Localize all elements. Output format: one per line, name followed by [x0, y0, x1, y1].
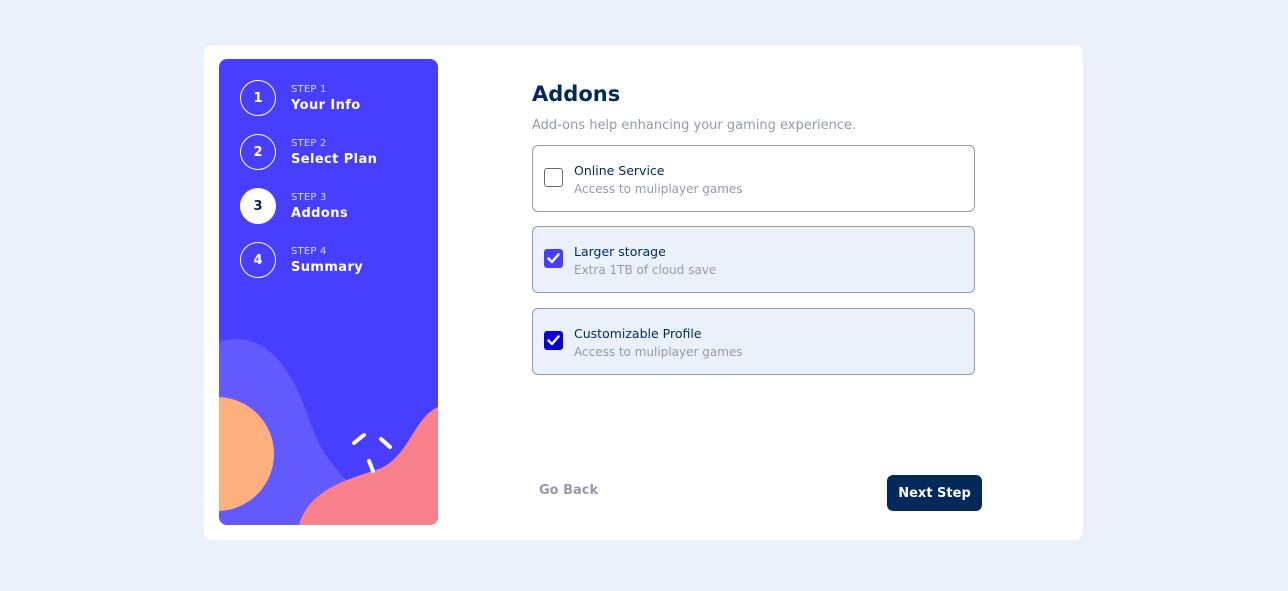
- step-title: Your Info: [291, 97, 361, 113]
- step-number: 3: [240, 188, 276, 224]
- addon-name: Customizable Profile: [574, 326, 702, 341]
- addon-customizable-profile[interactable]: Customizable Profile Access to muliplaye…: [532, 308, 975, 375]
- checkbox-checked[interactable]: [544, 331, 563, 350]
- page-title: Addons: [532, 82, 621, 106]
- addon-larger-storage[interactable]: Larger storage Extra 1TB of cloud save: [532, 226, 975, 293]
- addon-description: Extra 1TB of cloud save: [574, 263, 717, 277]
- step-title: Addons: [291, 205, 348, 221]
- step-2[interactable]: 2 STEP 2 Select Plan: [240, 134, 377, 170]
- sidebar-decoration: [219, 339, 438, 525]
- addon-description: Access to muliplayer games: [574, 345, 743, 359]
- checkmark-icon: [547, 335, 560, 346]
- step-1[interactable]: 1 STEP 1 Your Info: [240, 80, 361, 116]
- step-number: 2: [240, 134, 276, 170]
- step-label: STEP 4: [291, 245, 327, 257]
- addon-description: Access to muliplayer games: [574, 182, 743, 196]
- go-back-button[interactable]: Go Back: [539, 483, 598, 499]
- step-label: STEP 2: [291, 137, 327, 149]
- step-3[interactable]: 3 STEP 3 Addons: [240, 188, 348, 224]
- step-number: 4: [240, 242, 276, 278]
- step-number: 1: [240, 80, 276, 116]
- step-title: Summary: [291, 259, 364, 275]
- checkbox-checked[interactable]: [544, 249, 563, 268]
- checkmark-icon: [547, 253, 560, 264]
- form-card: 1 STEP 1 Your Info 2 STEP 2 Select Plan …: [204, 45, 1083, 540]
- addons-section: Addons Add-ons help enhancing your gamin…: [532, 45, 992, 540]
- addon-online-service[interactable]: Online Service Access to muliplayer game…: [532, 145, 975, 212]
- step-4[interactable]: 4 STEP 4 Summary: [240, 242, 363, 278]
- decoration-sparkle: [352, 433, 392, 473]
- next-step-button[interactable]: Next Step: [887, 475, 982, 511]
- steps-sidebar: 1 STEP 1 Your Info 2 STEP 2 Select Plan …: [219, 59, 438, 525]
- addon-name: Larger storage: [574, 244, 666, 259]
- step-label: STEP 3: [291, 191, 327, 203]
- addon-name: Online Service: [574, 163, 665, 178]
- checkbox-unchecked[interactable]: [544, 168, 563, 187]
- page-subtitle: Add-ons help enhancing your gaming exper…: [532, 118, 857, 133]
- step-label: STEP 1: [291, 83, 327, 95]
- step-title: Select Plan: [291, 151, 378, 167]
